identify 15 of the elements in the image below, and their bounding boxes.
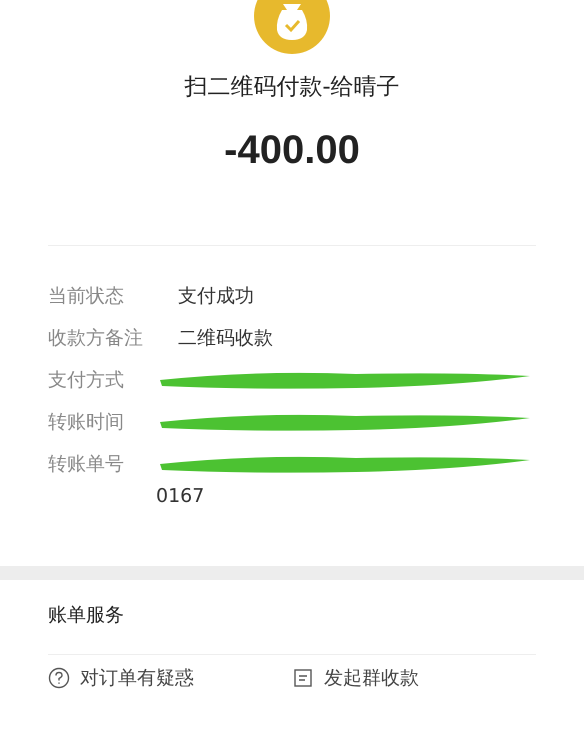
amount: -400.00 (224, 128, 360, 173)
question-icon (48, 667, 70, 689)
detail-label: 支付方式 (48, 368, 125, 393)
service-link[interactable]: 对订单有疑惑 (48, 665, 292, 691)
detail-label: 当前状态 (48, 284, 125, 309)
detail-value: 二维码收款 (178, 326, 273, 351)
detail-label: 转账单号 (48, 452, 125, 477)
receipt-icon (292, 667, 314, 689)
detail-value: 支付成功 (178, 284, 254, 309)
payment-title: 扫二维码付款-给晴子 (184, 73, 400, 102)
service-link[interactable]: 发起群收款 (292, 665, 536, 691)
section-title: 账单服务 (48, 603, 125, 628)
detail-label: 收款方备注 (48, 326, 144, 351)
detail-value: 0167 (156, 484, 206, 509)
detail-label: 转账时间 (48, 410, 125, 435)
